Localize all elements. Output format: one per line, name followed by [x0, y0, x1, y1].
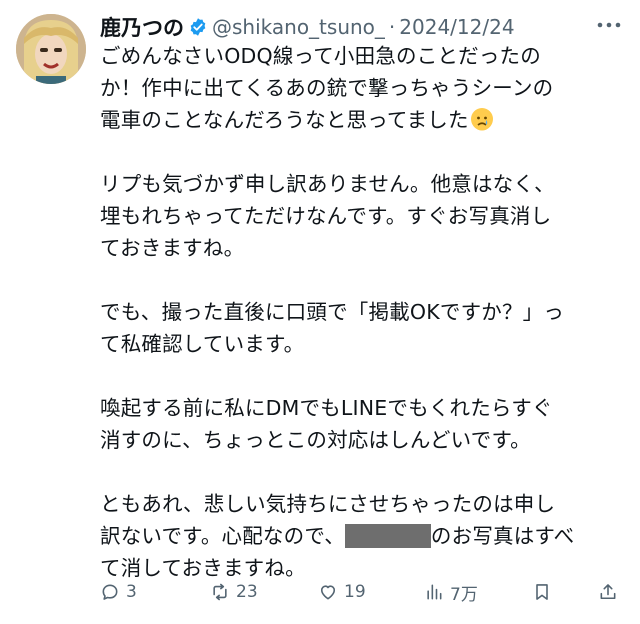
post-date[interactable]: 2024/12/24 — [399, 15, 514, 39]
views-count: 7万 — [450, 584, 478, 605]
reply-count: 3 — [126, 582, 137, 602]
display-name[interactable]: 鹿乃つの — [100, 12, 184, 42]
text-line: でも、撮った直後に口頭で「掲載OKですか？」っ — [100, 300, 565, 324]
share-button[interactable] — [598, 582, 618, 602]
bookmark-icon — [536, 584, 548, 600]
separator-dot: · — [388, 15, 396, 39]
text-line: ともあれ、悲しい気持ちにさせちゃったのは申し — [100, 492, 556, 516]
views-chart-icon — [427, 584, 442, 600]
more-options-icon[interactable] — [596, 18, 622, 32]
like-count: 19 — [344, 582, 366, 602]
heart-icon — [320, 585, 336, 600]
share-icon — [600, 584, 616, 600]
paragraph-2: リプも気づかず申し訳ありません。他意はなく、 埋もれちゃってただけなんです。すぐ… — [100, 168, 620, 264]
user-handle[interactable]: @shikano_tsuno_ — [212, 15, 385, 39]
text-line: ごめんなさいODQ線って小田急のことだったの — [100, 44, 541, 68]
reply-icon — [102, 584, 118, 600]
tweet-header: 鹿乃つの @shikano_tsuno_ · 2024/12/24 — [100, 12, 624, 42]
text-line: 電車のことなんだろうなと思ってました — [100, 104, 620, 136]
avatar[interactable] — [16, 14, 86, 84]
paragraph-4: 喚起する前に私にDMでもLINEでもくれたらすぐ 消すのに、ちょっとこの対応はし… — [100, 392, 620, 456]
paragraph-5: ともあれ、悲しい気持ちにさせちゃったのは申し 訳ないです。心配なので、 のお写真は… — [100, 488, 620, 584]
action-bar: 3 23 19 7万 — [100, 576, 620, 608]
text-line: て私確認しています。 — [100, 332, 305, 356]
verified-badge-icon — [190, 18, 206, 36]
retweet-count: 23 — [236, 582, 258, 602]
reply-button[interactable]: 3 — [100, 582, 210, 602]
text-line: か！作中に出てくるあの銃で撃っちゃうシーンの — [100, 76, 554, 100]
text-line: 喚起する前に私にDMでもLINEでもくれたらすぐ — [100, 396, 553, 420]
text-line: 消すのに、ちょっとこの対応はしんどいです。 — [100, 428, 531, 452]
redaction-block — [344, 524, 431, 548]
text-line: ておきますね。 — [100, 236, 245, 260]
text-line: 訳ないです。心配なので、 のお写真はすべ — [100, 524, 575, 548]
paragraph-1: ごめんなさいODQ線って小田急のことだったの か！作中に出てくるあの銃で撃っちゃ… — [100, 40, 620, 136]
avatar-image — [16, 14, 86, 84]
retweet-icon — [213, 583, 227, 601]
paragraph-3: でも、撮った直後に口頭で「掲載OKですか？」っ て私確認しています。 — [100, 296, 620, 360]
retweet-button[interactable]: 23 — [210, 582, 318, 602]
like-button[interactable]: 19 — [318, 582, 424, 602]
bookmark-button[interactable] — [532, 582, 592, 602]
tweet-text: ごめんなさいODQ線って小田急のことだったの か！作中に出てくるあの銃で撃っちゃ… — [100, 40, 620, 584]
sad-face-emoji — [470, 108, 493, 131]
text-line: リプも気づかず申し訳ありません。他意はなく、 — [100, 172, 555, 196]
views-button[interactable]: 7万 — [424, 580, 532, 605]
text-line: 埋もれちゃってただけなんです。すぐお写真消し — [100, 204, 552, 228]
